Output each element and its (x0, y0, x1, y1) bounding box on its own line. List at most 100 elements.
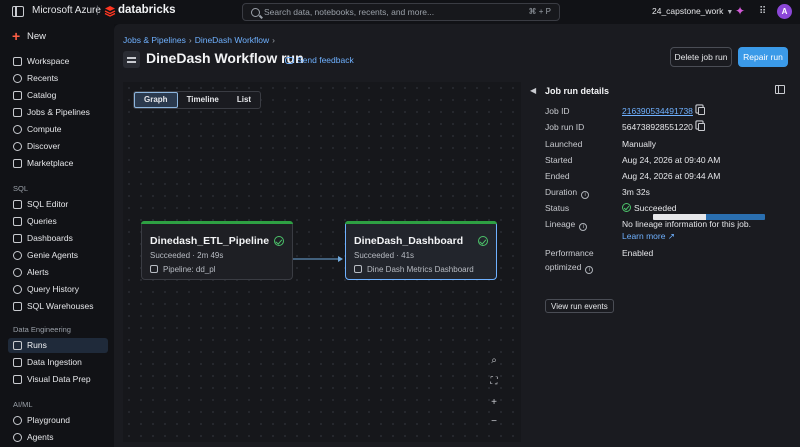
info-icon[interactable]: i (581, 191, 590, 199)
prep-icon (13, 375, 22, 384)
feedback-icon (285, 57, 294, 64)
sidebar-item-compute[interactable]: Compute (8, 122, 108, 137)
performance-label-text: optimized (545, 262, 582, 272)
editor-icon (13, 200, 22, 209)
send-feedback-link[interactable]: Send feedback (285, 55, 354, 65)
search-icon (251, 8, 260, 17)
info-icon[interactable]: i (585, 266, 594, 274)
search-shortcut: ⌘ + P (528, 7, 551, 16)
sidebar-item-label: Jobs & Pipelines (27, 107, 90, 117)
sidebar-item-query-history[interactable]: Query History (8, 282, 108, 297)
learn-more-link[interactable]: Learn more ↗ (622, 231, 675, 242)
copy-icon[interactable] (697, 107, 705, 115)
sidebar-item-agents[interactable]: Agents (8, 430, 108, 445)
performance-value: Enabled (622, 248, 654, 258)
check-circle-icon (622, 203, 631, 212)
view-run-events-button[interactable]: View run events (545, 299, 614, 313)
agents-icon (13, 433, 22, 442)
history-icon (13, 285, 22, 294)
sidebar-item-label: Alerts (27, 267, 49, 277)
workspace-switcher[interactable]: 24_capstone_work ▼ (652, 6, 733, 16)
panel-toggle-icon[interactable] (775, 85, 785, 94)
performance-label-line1: Performance (545, 248, 594, 258)
task-status: Succeeded · 41s (354, 251, 415, 260)
page-title: DineDash Workflow run (146, 50, 304, 66)
sidebar-item-genie-agents[interactable]: Genie Agents (8, 248, 108, 263)
sidebar-item-discover[interactable]: Discover (8, 139, 108, 154)
apps-grid-icon[interactable]: ⠿ (759, 6, 766, 17)
lineage-value: No lineage information for this job. (622, 219, 751, 229)
job-run-id: 564738928551220 (622, 122, 693, 132)
launched-label: Launched (545, 139, 583, 149)
ended-value: Aug 24, 2026 at 09:44 AM (622, 171, 721, 181)
task-sub-label: Dine Dash Metrics Dashboard (367, 265, 474, 274)
sidebar-item-label: Workspace (27, 56, 70, 66)
zoom-in-icon[interactable]: + (487, 396, 501, 410)
zoom-search-icon[interactable]: ⌕ (487, 354, 501, 368)
breadcrumb-workflow[interactable]: DineDash Workflow (195, 35, 269, 45)
task-status: Succeeded · 2m 49s (150, 251, 224, 260)
task-dashboard-ref: Dine Dash Metrics Dashboard (354, 265, 474, 274)
started-value: Aug 24, 2026 at 09:40 AM (622, 155, 721, 165)
sidebar-item-jobs-pipelines[interactable]: Jobs & Pipelines (8, 105, 108, 120)
sidebar-item-workspace[interactable]: Workspace (8, 54, 108, 69)
sidebar-toggle-icon[interactable] (12, 6, 24, 17)
breadcrumb-separator: › (272, 35, 276, 45)
catalog-icon (13, 91, 22, 100)
chevron-down-icon: ▼ (726, 9, 734, 16)
runs-icon (13, 341, 22, 350)
task-node-dashboard[interactable]: DineDash_Dashboard Succeeded · 41s Dine … (345, 221, 497, 280)
sidebar-item-label: Recents (27, 73, 59, 83)
job-id-value: 216390534491738 (622, 106, 705, 116)
sidebar-item-marketplace[interactable]: Marketplace (8, 156, 108, 171)
sidebar-item-alerts[interactable]: Alerts (8, 265, 108, 280)
sidebar-item-visual-data-prep[interactable]: Visual Data Prep (8, 372, 108, 387)
zoom-out-icon[interactable]: − (487, 415, 501, 429)
sidebar: + New Workspace Recents Catalog Jobs & P… (0, 24, 114, 447)
delete-job-run-button[interactable]: Delete job run (670, 47, 732, 67)
avatar[interactable]: A (777, 4, 792, 19)
assistant-sparkle-icon[interactable]: ✦ (735, 4, 745, 18)
store-icon (13, 159, 22, 168)
breadcrumb-jobs-pipelines[interactable]: Jobs & Pipelines (123, 35, 186, 45)
genie-icon (13, 251, 22, 260)
task-name: Dinedash_ETL_Pipeline (150, 235, 270, 247)
duration-label: Duration i (545, 187, 590, 199)
top-bar: Microsoft Azure | databricks Search data… (0, 0, 800, 24)
platform-name: Microsoft Azure (32, 5, 101, 16)
workspace-name: 24_capstone_work (652, 6, 724, 16)
search-input[interactable]: Search data, notebooks, recents, and mor… (242, 3, 560, 21)
repair-run-button[interactable]: Repair run (738, 47, 788, 67)
task-node-etl-pipeline[interactable]: Dinedash_ETL_Pipeline Succeeded · 2m 49s… (141, 221, 293, 280)
sidebar-item-sql-editor[interactable]: SQL Editor (8, 197, 108, 212)
sidebar-item-playground[interactable]: Playground (8, 413, 108, 428)
sidebar-item-label: Compute (27, 124, 62, 134)
sidebar-item-catalog[interactable]: Catalog (8, 88, 108, 103)
sidebar-item-dashboards[interactable]: Dashboards (8, 231, 108, 246)
product-name[interactable]: databricks (118, 4, 176, 16)
divider: | (96, 5, 99, 16)
compass-icon (13, 142, 22, 151)
query-icon (13, 217, 22, 226)
status-badge: Succeeded (622, 203, 677, 213)
check-circle-icon (478, 236, 488, 246)
collapse-chevron-icon[interactable]: ◀ (530, 86, 536, 95)
sidebar-item-label: Marketplace (27, 158, 74, 168)
fit-view-icon[interactable]: ⛶ (487, 375, 501, 389)
main-content: Jobs & Pipelines › DineDash Workflow › Dine… (114, 24, 800, 447)
new-button[interactable]: + New (8, 27, 108, 47)
learn-more-label: Learn more (622, 231, 666, 241)
graph-canvas[interactable]: Graph Timeline List Dinedash_ETL_Pipelin… (123, 82, 521, 442)
workflow-icon (13, 108, 22, 117)
job-id-link[interactable]: 216390534491738 (622, 106, 693, 116)
sidebar-item-sql-warehouses[interactable]: SQL Warehouses (8, 299, 108, 314)
sidebar-item-runs[interactable]: Runs (8, 338, 108, 353)
job-run-details-panel: ◀ Job run details Job ID 216390534491738… (521, 82, 800, 447)
sidebar-item-recents[interactable]: Recents (8, 71, 108, 86)
copy-icon[interactable] (697, 123, 705, 131)
sidebar-item-queries[interactable]: Queries (8, 214, 108, 229)
sidebar-item-data-ingestion[interactable]: Data Ingestion (8, 355, 108, 370)
status-label: Status (545, 203, 570, 213)
ended-label: Ended (545, 171, 570, 181)
info-icon[interactable]: i (579, 223, 588, 231)
